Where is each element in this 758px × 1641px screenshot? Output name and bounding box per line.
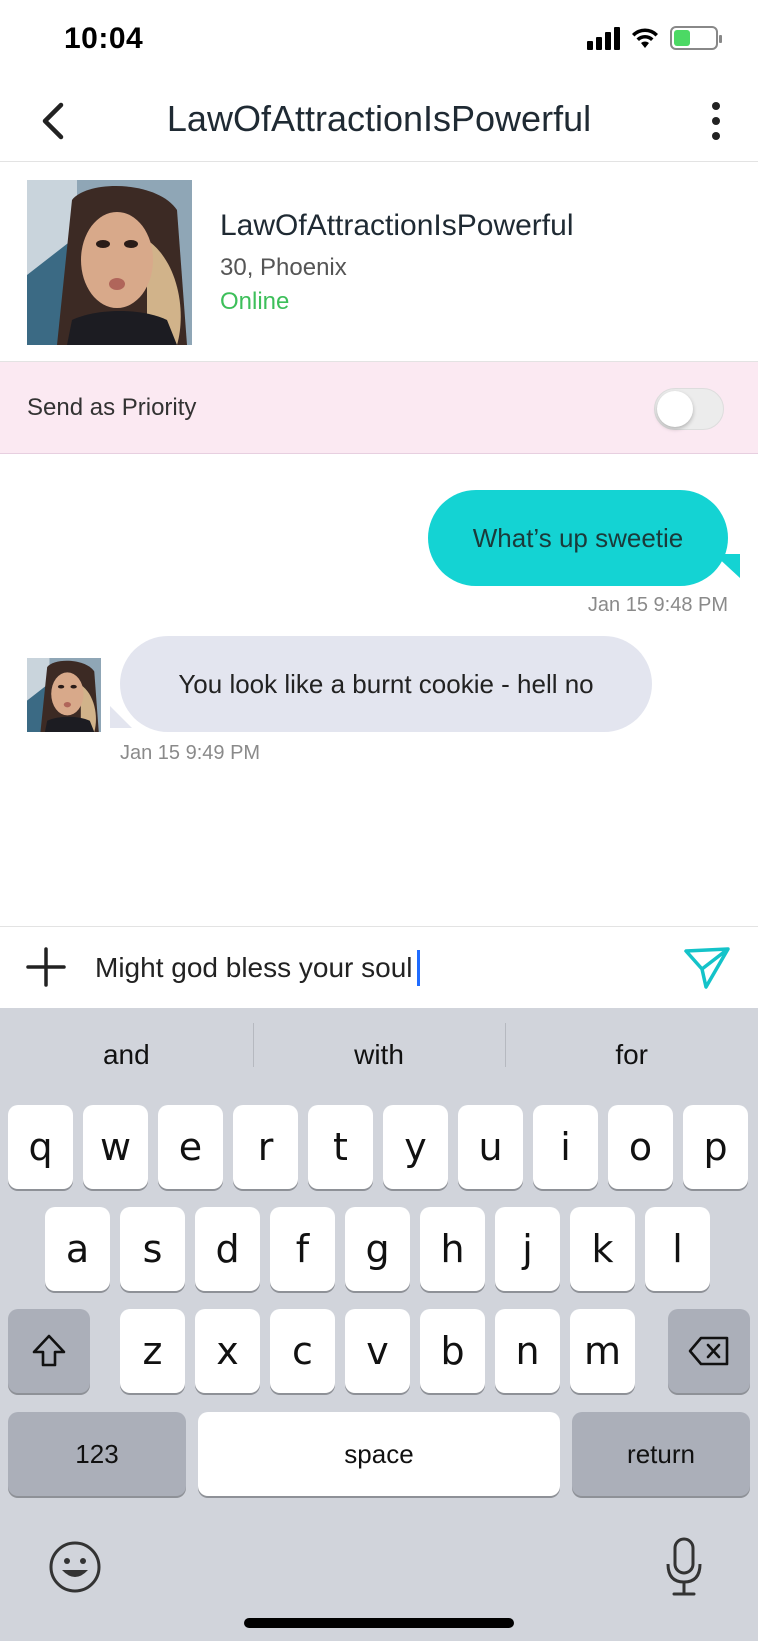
key-a[interactable]: a bbox=[45, 1207, 110, 1291]
profile-age-location: 30, Phoenix bbox=[220, 254, 347, 281]
key-k[interactable]: k bbox=[570, 1207, 635, 1291]
return-key[interactable]: return bbox=[572, 1412, 750, 1496]
key-u[interactable]: u bbox=[458, 1105, 523, 1189]
incoming-message-time: Jan 15 9:49 PM bbox=[120, 742, 261, 764]
key-l[interactable]: l bbox=[645, 1207, 710, 1291]
microphone-icon bbox=[666, 1537, 702, 1596]
key-z[interactable]: z bbox=[120, 1309, 185, 1393]
key-r[interactable]: r bbox=[233, 1105, 298, 1189]
key-w[interactable]: w bbox=[83, 1105, 148, 1189]
outgoing-bubble-tail bbox=[714, 554, 740, 578]
priority-label: Send as Priority bbox=[27, 394, 197, 421]
nav-bar: LawOfAttractionIsPowerful bbox=[0, 82, 758, 162]
add-attachment-button[interactable] bbox=[24, 945, 68, 989]
outgoing-message-time: Jan 15 9:48 PM bbox=[587, 594, 728, 616]
suggestion-item[interactable]: and bbox=[0, 1039, 253, 1071]
key-g[interactable]: g bbox=[345, 1207, 410, 1291]
battery-icon bbox=[670, 26, 722, 50]
key-j[interactable]: j bbox=[495, 1207, 560, 1291]
suggestion-item[interactable]: for bbox=[505, 1023, 758, 1071]
profile-name[interactable]: LawOfAttractionIsPowerful bbox=[220, 209, 573, 243]
message-input-text: Might god bless your soul bbox=[95, 952, 413, 983]
key-b[interactable]: b bbox=[420, 1309, 485, 1393]
key-c[interactable]: c bbox=[270, 1309, 335, 1393]
profile-header[interactable]: LawOfAttractionIsPowerful 30, Phoenix On… bbox=[0, 162, 758, 362]
more-vertical-icon bbox=[712, 102, 720, 110]
shift-icon bbox=[32, 1334, 66, 1367]
emoji-button[interactable] bbox=[48, 1540, 102, 1594]
suggestion-item[interactable]: with bbox=[252, 1023, 506, 1071]
priority-row: Send as Priority bbox=[0, 362, 758, 454]
cellular-signal-icon bbox=[587, 26, 620, 50]
wifi-icon bbox=[632, 28, 658, 48]
key-e[interactable]: e bbox=[158, 1105, 223, 1189]
avatar[interactable] bbox=[27, 658, 101, 732]
key-o[interactable]: o bbox=[608, 1105, 673, 1189]
send-icon bbox=[684, 947, 730, 989]
status-icons bbox=[587, 26, 722, 50]
backspace-key[interactable] bbox=[668, 1309, 750, 1393]
incoming-bubble-tail bbox=[110, 706, 132, 728]
key-y[interactable]: y bbox=[383, 1105, 448, 1189]
key-t[interactable]: t bbox=[308, 1105, 373, 1189]
key-h[interactable]: h bbox=[420, 1207, 485, 1291]
key-s[interactable]: s bbox=[120, 1207, 185, 1291]
key-f[interactable]: f bbox=[270, 1207, 335, 1291]
status-bar: 10:04 bbox=[0, 0, 758, 82]
key-m[interactable]: m bbox=[570, 1309, 635, 1393]
online-status: Online bbox=[220, 288, 290, 315]
key-p[interactable]: p bbox=[683, 1105, 748, 1189]
outgoing-message[interactable]: What’s up sweetie bbox=[428, 490, 728, 586]
predictive-bar: and with for bbox=[0, 1008, 758, 1102]
message-input[interactable]: Might god bless your soul bbox=[95, 945, 655, 991]
incoming-message[interactable]: You look like a burnt cookie - hell no bbox=[120, 636, 652, 732]
keyboard: and with for q w e r t y u i o p a s d f… bbox=[0, 1008, 758, 1641]
emoji-icon bbox=[49, 1541, 101, 1593]
message-list[interactable]: What’s up sweetie Jan 15 9:48 PM You loo… bbox=[0, 454, 758, 926]
key-n[interactable]: n bbox=[495, 1309, 560, 1393]
key-x[interactable]: x bbox=[195, 1309, 260, 1393]
priority-toggle[interactable] bbox=[654, 388, 724, 430]
shift-key[interactable] bbox=[8, 1309, 90, 1393]
home-indicator[interactable] bbox=[244, 1618, 514, 1628]
key-v[interactable]: v bbox=[345, 1309, 410, 1393]
status-time: 10:04 bbox=[64, 22, 144, 55]
more-options-button[interactable] bbox=[696, 96, 736, 146]
page-title: LawOfAttractionIsPowerful bbox=[166, 98, 592, 139]
message-composer: Might god bless your soul bbox=[0, 926, 758, 1008]
numbers-key[interactable]: 123 bbox=[8, 1412, 186, 1496]
backspace-icon bbox=[688, 1336, 729, 1366]
text-caret bbox=[416, 950, 420, 986]
dictation-button[interactable] bbox=[662, 1536, 706, 1600]
send-button[interactable] bbox=[682, 943, 732, 993]
profile-photo[interactable] bbox=[27, 180, 192, 345]
key-q[interactable]: q bbox=[8, 1105, 73, 1189]
toggle-knob bbox=[657, 391, 693, 427]
key-i[interactable]: i bbox=[533, 1105, 598, 1189]
space-key[interactable]: space bbox=[198, 1412, 560, 1496]
key-d[interactable]: d bbox=[195, 1207, 260, 1291]
plus-icon bbox=[26, 947, 66, 987]
